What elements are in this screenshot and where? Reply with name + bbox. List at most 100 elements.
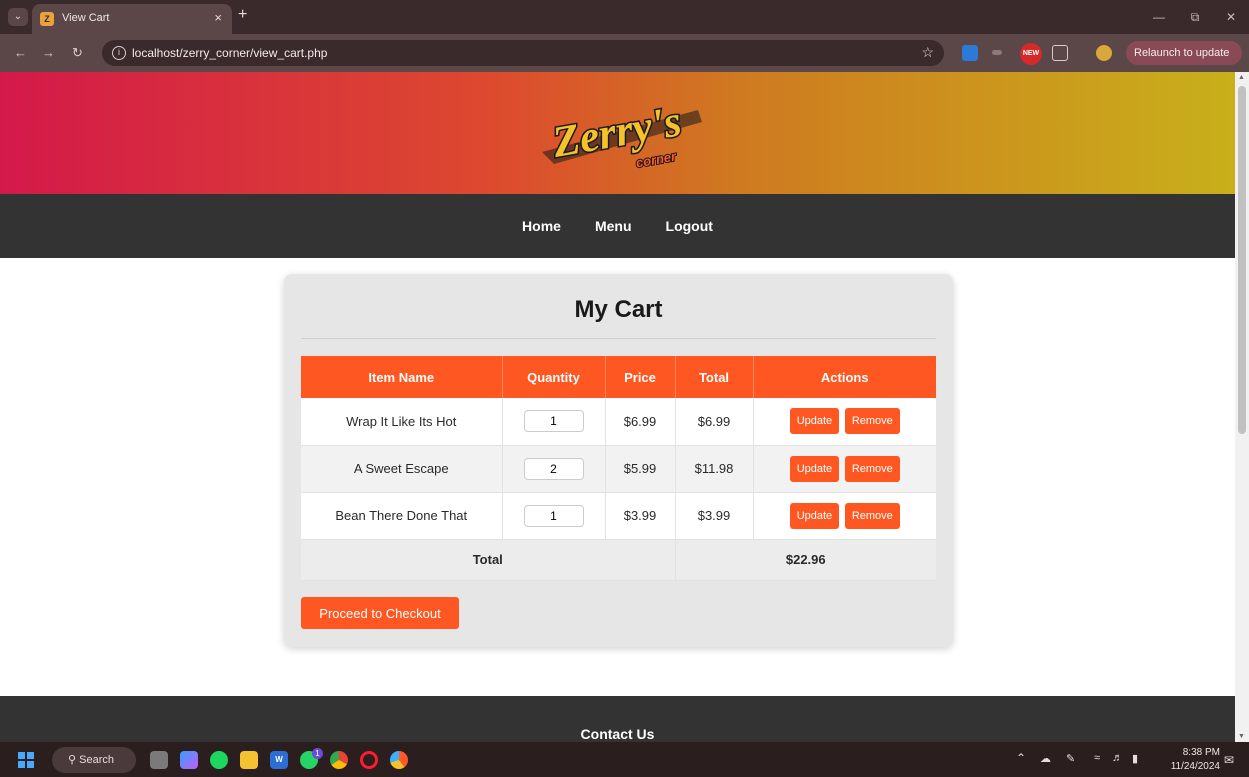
clock-time: 8:38 PM: [1182, 747, 1220, 758]
page-viewport: Zerry's corner Home Menu Logout My Cart …: [0, 72, 1235, 742]
quantity-cell: [502, 445, 606, 493]
quantity-input[interactable]: [523, 457, 584, 480]
cart-total-row: Total $22.96: [301, 539, 936, 581]
new-tab-icon[interactable]: +: [238, 6, 247, 24]
nav-home-link[interactable]: Home: [522, 218, 561, 234]
zc-favicon-icon: Z: [40, 12, 54, 26]
hero-banner: Zerry's corner: [0, 72, 1235, 194]
taskbar-search-label: Search: [79, 754, 114, 766]
scrollbar-thumb[interactable]: [1238, 86, 1246, 434]
page-scrollbar[interactable]: ▲ ▼: [1235, 72, 1249, 742]
taskbar-search[interactable]: ⚲ Search: [52, 747, 136, 773]
browser-toolbar: ← → ↻ i localhost/zerry_corner/view_cart…: [0, 34, 1249, 83]
whatsapp-badge: 1: [312, 748, 323, 759]
pen-icon[interactable]: ✎: [1066, 752, 1080, 766]
browser-tab-view-cart[interactable]: Z View Cart ×: [32, 4, 232, 34]
chrome-canary-icon[interactable]: [390, 751, 408, 769]
tab-title: View Cart: [62, 12, 110, 24]
tab-close-icon[interactable]: ×: [214, 10, 222, 25]
nav-logout-link[interactable]: Logout: [666, 218, 713, 234]
col-header-quantity: Quantity: [502, 356, 606, 398]
browser-tabstrip: ⌄ Z View Cart × + — ⧉ ✕: [0, 0, 1249, 34]
item-name-cell: Wrap It Like Its Hot: [301, 398, 503, 446]
file-explorer-icon[interactable]: [240, 751, 258, 769]
total-cell: $3.99: [675, 492, 754, 540]
new-badge-extension-icon[interactable]: NEW: [1020, 43, 1042, 65]
col-header-price: Price: [605, 356, 676, 398]
quantity-input[interactable]: [523, 410, 584, 433]
price-cell: $5.99: [605, 445, 676, 493]
opera-icon[interactable]: [360, 751, 378, 769]
url-text[interactable]: localhost/zerry_corner/view_cart.php: [132, 46, 327, 60]
grand-total-value: $22.96: [675, 539, 936, 581]
volume-icon[interactable]: ♬: [1112, 752, 1126, 766]
cart-title: My Cart: [574, 296, 663, 323]
update-button[interactable]: Update: [789, 408, 840, 435]
price-cell: $6.99: [605, 398, 676, 446]
scroll-down-icon[interactable]: ▼: [1238, 733, 1245, 740]
extensions-puzzle-icon[interactable]: [1052, 45, 1068, 61]
tray-app-icon[interactable]: ☁: [1040, 752, 1054, 766]
extension-small-icon[interactable]: [992, 50, 1002, 55]
col-header-total: Total: [675, 356, 754, 398]
quantity-cell: [502, 398, 606, 446]
taskbar-clock[interactable]: 8:38 PM 11/24/2024: [1158, 746, 1220, 774]
word-icon[interactable]: W: [270, 751, 288, 769]
update-button[interactable]: Update: [789, 502, 840, 529]
col-header-item-name: Item Name: [301, 356, 503, 398]
item-name-cell: Bean There Done That: [301, 492, 503, 540]
restore-icon[interactable]: ⧉: [1177, 0, 1213, 34]
address-bar[interactable]: i localhost/zerry_corner/view_cart.php ☆: [102, 40, 944, 66]
relaunch-label: Relaunch to update: [1134, 47, 1230, 59]
nav-menu-link[interactable]: Menu: [595, 218, 632, 234]
notifications-bell-icon[interactable]: ✉: [1224, 753, 1234, 767]
tab-list-chevron-icon[interactable]: ⌄: [8, 8, 28, 26]
cart-table: Item Name Quantity Price Total Actions W…: [301, 356, 936, 581]
close-window-icon[interactable]: ✕: [1213, 0, 1249, 34]
extension-icon[interactable]: [962, 45, 978, 61]
item-name-cell: A Sweet Escape: [301, 445, 503, 493]
total-cell: $6.99: [675, 398, 754, 446]
cart-header-row: Item Name Quantity Price Total Actions: [301, 356, 936, 398]
profile-avatar-icon[interactable]: [1096, 45, 1112, 61]
os-taskbar: ⚲ Search W 1 ⌃ ☁ ✎ ≈ ♬ ▮ 8:38 PM 11/24/2…: [0, 742, 1249, 777]
wifi-icon[interactable]: ≈: [1094, 752, 1108, 766]
battery-icon[interactable]: ▮: [1132, 752, 1146, 766]
reload-icon[interactable]: ↻: [72, 45, 83, 61]
remove-button[interactable]: Remove: [844, 502, 900, 529]
table-row: A Sweet Escape $5.99 $11.98 Update Remov…: [301, 445, 936, 493]
tray-overflow-chevron-icon[interactable]: ⌃: [1016, 751, 1026, 765]
site-footer: Contact Us: [0, 696, 1235, 742]
bookmark-star-icon[interactable]: ☆: [921, 44, 934, 61]
clock-date: 11/24/2024: [1170, 761, 1220, 772]
total-label: Total: [301, 539, 676, 581]
proceed-to-checkout-button[interactable]: Proceed to Checkout: [301, 597, 459, 629]
chrome-icon[interactable]: [330, 751, 348, 769]
table-row: Bean There Done That $3.99 $3.99 Update …: [301, 492, 936, 540]
actions-cell: Update Remove: [753, 492, 936, 540]
actions-cell: Update Remove: [753, 445, 936, 493]
actions-cell: Update Remove: [753, 398, 936, 446]
quantity-cell: [502, 492, 606, 540]
site-info-icon[interactable]: i: [112, 46, 126, 60]
task-view-icon[interactable]: [150, 751, 168, 769]
spotify-icon[interactable]: [210, 751, 228, 769]
remove-button[interactable]: Remove: [844, 408, 900, 435]
main-nav: Home Menu Logout: [0, 194, 1235, 258]
relaunch-button[interactable]: Relaunch to update ⋮: [1126, 41, 1242, 83]
forward-icon[interactable]: →: [42, 45, 55, 60]
search-icon: ⚲: [68, 754, 77, 766]
windows-start-icon[interactable]: [18, 752, 34, 768]
table-row: Wrap It Like Its Hot $6.99 $6.99 Update …: [301, 398, 936, 446]
remove-button[interactable]: Remove: [844, 455, 900, 482]
update-button[interactable]: Update: [789, 455, 840, 482]
zerrys-corner-logo: Zerry's corner: [542, 95, 702, 171]
quantity-input[interactable]: [523, 504, 584, 527]
scroll-up-icon[interactable]: ▲: [1238, 74, 1245, 81]
copilot-icon[interactable]: [180, 751, 198, 769]
minimize-icon[interactable]: —: [1141, 0, 1177, 34]
window-controls: — ⧉ ✕: [1141, 0, 1249, 34]
back-icon[interactable]: ←: [14, 45, 27, 60]
title-divider: [301, 338, 936, 339]
footer-contact-heading: Contact Us: [580, 726, 655, 742]
